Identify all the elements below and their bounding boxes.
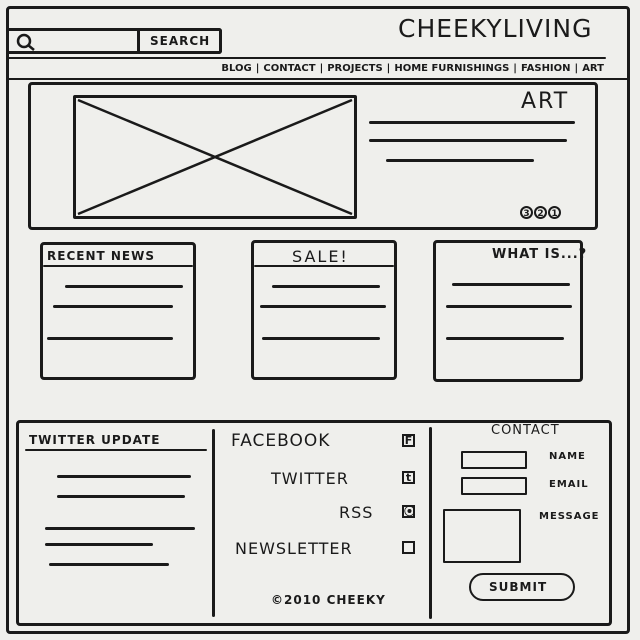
newsletter-checkbox[interactable]: [402, 541, 415, 554]
name-label: NAME: [549, 451, 586, 462]
facebook-icon: F: [402, 434, 415, 447]
sale-title: SALE!: [292, 247, 349, 266]
panel-text-line: [446, 305, 572, 308]
site-logo[interactable]: CHEEKYLIVING: [398, 14, 592, 43]
copyright-text: ©2010 CHEEKY: [271, 593, 386, 607]
what-is-title: WHAT IS...?: [492, 247, 588, 262]
pager-dot-2[interactable]: 2: [534, 206, 547, 219]
search-button[interactable]: SEARCH: [137, 28, 222, 54]
message-label: MESSAGE: [539, 511, 600, 522]
search-icon[interactable]: [15, 32, 37, 52]
message-textarea[interactable]: [443, 509, 521, 563]
tweet-line: [49, 563, 169, 566]
main-nav: ART | FASHION | HOME FURNISHINGS | PROJECTS…: [8, 59, 608, 77]
contact-title: CONTACT: [491, 423, 560, 438]
nav-item-projects[interactable]: PROJECTS: [323, 63, 386, 74]
facebook-link[interactable]: FACEBOOK: [231, 431, 330, 451]
panel-text-line: [53, 305, 173, 308]
footer-divider: [212, 429, 215, 617]
sale-panel[interactable]: SALE!: [251, 240, 397, 380]
hero-title: ART: [521, 89, 570, 114]
panel-text-line: [446, 337, 564, 340]
tweet-line: [57, 495, 185, 498]
nav-item-blog[interactable]: BLOG: [217, 63, 255, 74]
name-input[interactable]: [461, 451, 527, 469]
recent-news-title: RECENT NEWS: [47, 249, 155, 263]
nav-item-art[interactable]: ART: [578, 63, 608, 74]
panel-title-rule: [254, 265, 394, 267]
twitter-icon: t: [402, 471, 415, 484]
recent-news-panel[interactable]: RECENT NEWS: [40, 242, 196, 380]
search-bar[interactable]: SEARCH: [6, 28, 222, 54]
panel-text-line: [452, 283, 570, 286]
rss-icon: ⦿: [402, 505, 415, 518]
nav-item-home-furnishings[interactable]: HOME FURNISHINGS: [390, 63, 513, 74]
hero-text-line: [386, 159, 534, 162]
nav-bottom-rule: [6, 78, 630, 80]
hero-text-line: [369, 139, 567, 142]
newsletter-link[interactable]: NEWSLETTER: [235, 539, 353, 558]
hero-section: ART 321: [28, 82, 598, 230]
search-button-label: SEARCH: [150, 34, 211, 48]
panel-text-line: [272, 285, 380, 288]
footer-divider: [429, 427, 432, 619]
email-input[interactable]: [461, 477, 527, 495]
pager-dot-3[interactable]: 1: [548, 206, 561, 219]
panel-text-line: [260, 305, 386, 308]
pager-dot-1[interactable]: 3: [520, 206, 533, 219]
panel-text-line: [47, 337, 173, 340]
wireframe-page: SEARCH CHEEKYLIVING ART | FASHION | HOME F…: [0, 0, 640, 640]
tweet-line: [45, 527, 195, 530]
twitter-title-rule: [25, 449, 207, 451]
nav-item-fashion[interactable]: FASHION: [517, 63, 575, 74]
hero-pager: 321: [519, 201, 561, 220]
what-is-panel[interactable]: WHAT IS...?: [433, 240, 586, 382]
panel-text-line: [65, 285, 183, 288]
image-placeholder-icon: [77, 98, 353, 216]
rss-link[interactable]: RSS: [339, 503, 373, 522]
hero-text-line: [369, 121, 575, 124]
hero-image-placeholder[interactable]: [73, 95, 357, 219]
panel-text-line: [262, 337, 380, 340]
twitter-link[interactable]: TWITTER: [271, 469, 349, 488]
panel-title-rule: [43, 265, 193, 267]
submit-button-label: SUBMIT: [489, 580, 548, 594]
twitter-update-title: TWITTER UPDATE: [29, 433, 161, 447]
footer-section: TWITTER UPDATE FACEBOOK F TWITTER t RSS …: [16, 420, 612, 626]
email-label: EMAIL: [549, 479, 589, 490]
submit-button[interactable]: SUBMIT: [469, 573, 575, 601]
nav-item-contact[interactable]: CONTACT: [259, 63, 319, 74]
tweet-line: [57, 475, 191, 478]
tweet-line: [45, 543, 153, 546]
